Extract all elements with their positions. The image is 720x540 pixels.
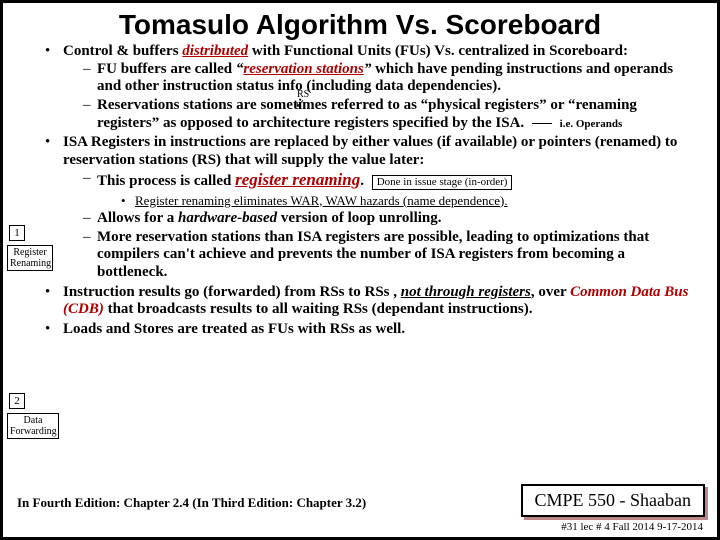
b1-distributed: distributed [182,43,248,59]
bullet-2-subsub-1: Register renaming eliminates WAR, WAW ha… [121,193,699,208]
b2s1-b: register renaming [235,170,360,189]
done-box: Done in issue stage (in-order) [372,175,513,190]
b1s1-a: FU buffers are called [97,61,236,77]
b3-b: not through registers [401,284,531,300]
footer-course-box: CMPE 550 - Shaaban [521,484,706,517]
bullet-4: Loads and Stores are treated as FUs with… [49,321,699,339]
side-label-data-forwarding: Data Forwarding [7,413,59,439]
b1s2-text: Reservations stations are sometimes refe… [97,97,637,131]
b1s1-rs: reservation stations [243,61,363,77]
slide-title: Tomasulo Algorithm Vs. Scoreboard [3,3,717,43]
ie-operands: i.e. Operands [560,118,623,130]
bullet-2: ISA Registers in instructions are replac… [49,134,699,281]
b2s1-a: This process is called [97,173,235,189]
side-num-2: 2 [9,393,25,409]
b1-lead: Control & buffers [63,43,182,59]
b4-text: Loads and Stores are treated as FUs with… [63,321,405,337]
b2s3-text: More reservation stations than ISA regis… [97,229,649,280]
bullet-1: Control & buffers distributed with Funct… [49,43,699,132]
footer-edition-note: In Fourth Edition: Chapter 2.4 (In Third… [17,495,366,511]
footer-slide-info: #31 lec # 4 Fall 2014 9-17-2014 [561,521,703,533]
bullet-2-sub-2: Allows for a hardware-based version of l… [83,210,699,228]
side-label-2-text: Data Forwarding [10,415,57,437]
bullet-3: Instruction results go (forwarded) from … [49,284,699,319]
content-area: Control & buffers distributed with Funct… [3,43,717,339]
b2s1-dot: . [360,173,364,189]
arrow-line-icon [532,123,552,124]
b2s2-b: hardware-based [178,210,277,226]
b1-rest: with Functional Units (FUs) Vs. centrali… [248,43,628,59]
b3-c: , over [531,284,570,300]
slide: Tomasulo Algorithm Vs. Scoreboard 1 Regi… [0,0,720,540]
b2s2-a: Allows for a [97,210,178,226]
bullet-1-sub-1: FU buffers are called “reservation stati… [83,61,699,96]
bullet-2-sub-3: More reservation stations than ISA regis… [83,229,699,282]
bullet-1-sub-2: Reservations stations are sometimes refe… [83,97,699,132]
b3-a: Instruction results go (forwarded) from … [63,284,401,300]
b2ss1-text: Register renaming eliminates WAR, WAW ha… [135,193,508,208]
b3-e: that broadcasts results to all waiting R… [104,301,533,317]
bullet-2-sub-1: This process is called register renaming… [83,170,699,208]
b2-text: ISA Registers in instructions are replac… [63,134,677,168]
b2s2-c: version of loop unrolling. [277,210,441,226]
